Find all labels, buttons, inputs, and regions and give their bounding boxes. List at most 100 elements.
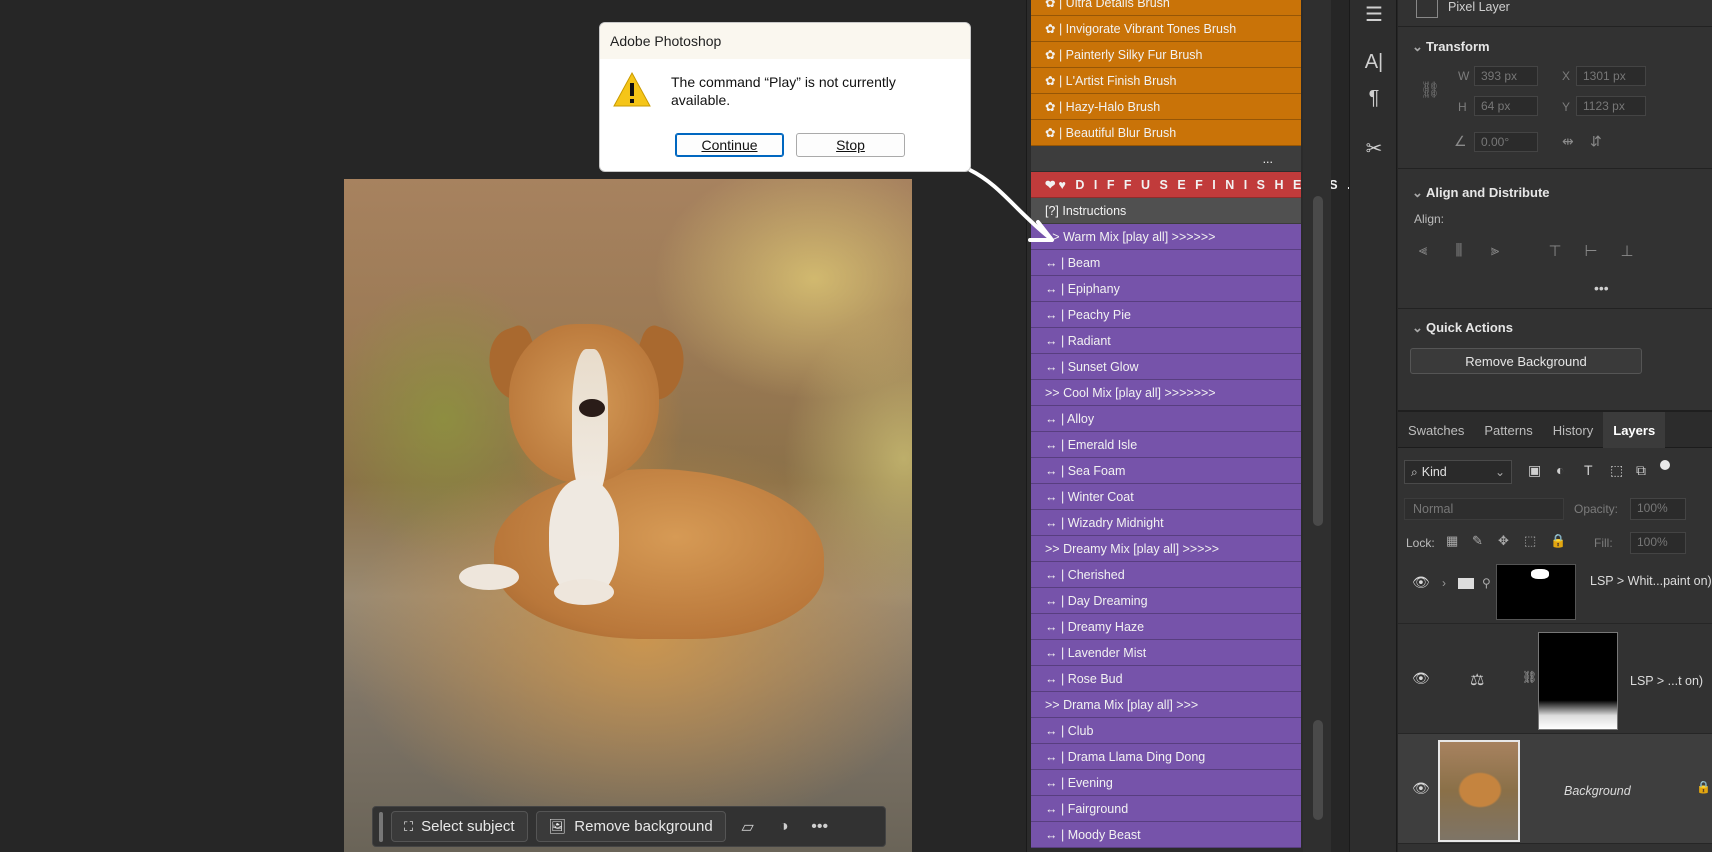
more-options-icon[interactable]: ••• — [806, 813, 834, 841]
action-item[interactable]: ↔ | Epiphany — [1031, 276, 1301, 302]
lock-pixels-icon[interactable]: ✎ — [1472, 533, 1483, 549]
action-item[interactable]: ↔ | Sunset Glow — [1031, 354, 1301, 380]
action-item[interactable]: ✿ | Hazy-Halo Brush — [1031, 94, 1301, 120]
action-item[interactable]: ✿ | Invigorate Vibrant Tones Brush — [1031, 16, 1301, 42]
character-icon[interactable]: A| — [1360, 48, 1388, 76]
action-item[interactable]: ↔ | Rose Bud — [1031, 666, 1301, 692]
lock-position-icon[interactable]: ✥ — [1498, 533, 1509, 549]
chevron-down-icon: ⌄ — [1494, 465, 1505, 479]
layer-row[interactable]: 👁 › ⚲ LSP > Whit...paint on) — [1398, 564, 1712, 624]
align-bottom-icon[interactable]: ⊥ — [1616, 242, 1638, 264]
lock-artboard-icon[interactable]: ⬚ — [1524, 533, 1536, 549]
layer-row[interactable]: 👁 ⚖ ⛓ LSP > ...t on) — [1398, 624, 1712, 734]
layer-mask-thumbnail[interactable] — [1496, 564, 1576, 620]
remove-background-quick-button[interactable]: Remove Background — [1410, 348, 1642, 374]
flip-horizontal-icon[interactable]: ⇹ — [1562, 133, 1574, 150]
action-item[interactable]: ↔ | Day Dreaming — [1031, 588, 1301, 614]
eye-icon[interactable]: 👁 — [1412, 780, 1430, 797]
shape-filter-icon[interactable]: ⬚ — [1610, 462, 1623, 479]
action-item[interactable]: ✿ | L'Artist Finish Brush — [1031, 68, 1301, 94]
eye-icon[interactable]: 👁 — [1412, 574, 1430, 591]
action-item[interactable]: ↔ | Radiant — [1031, 328, 1301, 354]
action-item[interactable]: >> Cool Mix [play all] >>>>>>> — [1031, 380, 1301, 406]
layer-mask-thumbnail[interactable] — [1538, 632, 1618, 730]
actions-scrollbar[interactable] — [1303, 0, 1331, 852]
layer-name[interactable]: LSP > ...t on) — [1630, 674, 1703, 688]
angle-field[interactable]: 0.00° — [1474, 132, 1538, 152]
align-middle-icon[interactable]: ⊢ — [1580, 242, 1602, 264]
tab-patterns[interactable]: Patterns — [1474, 412, 1542, 448]
chevron-right-icon[interactable]: › — [1442, 576, 1446, 590]
type-filter-icon[interactable]: T — [1584, 462, 1593, 478]
blend-mode-select[interactable]: Normal — [1404, 498, 1564, 520]
layer-name[interactable]: Background — [1564, 784, 1631, 798]
action-item[interactable]: ↔ | Club — [1031, 718, 1301, 744]
action-item[interactable]: ↔ | Cherished — [1031, 562, 1301, 588]
action-item[interactable]: ↔ | Winter Coat — [1031, 484, 1301, 510]
fill-field[interactable]: 100% — [1630, 532, 1686, 554]
divider — [1398, 26, 1712, 27]
opacity-field[interactable]: 100% — [1630, 498, 1686, 520]
eye-icon[interactable]: 👁 — [1412, 670, 1430, 687]
tab-history[interactable]: History — [1543, 412, 1603, 448]
adjustment-filter-icon[interactable]: ◐ — [1556, 462, 1564, 478]
action-item[interactable]: ↔ | Alloy — [1031, 406, 1301, 432]
chevron-down-icon: ⌄ — [1412, 39, 1423, 54]
align-top-icon[interactable]: ⊤ — [1544, 242, 1566, 264]
layer-row-selected[interactable]: 👁 Background 🔒 — [1398, 734, 1712, 844]
action-item[interactable]: ↔ | Lavender Mist — [1031, 640, 1301, 666]
quick-actions-header[interactable]: ⌄ Quick Actions — [1412, 320, 1513, 336]
filter-toggle-icon[interactable] — [1660, 460, 1670, 470]
transform-icon[interactable]: ▱ — [734, 813, 762, 841]
layer-name[interactable]: LSP > Whit...paint on) — [1590, 574, 1712, 588]
action-item[interactable]: ↔ | Drama Llama Ding Dong — [1031, 744, 1301, 770]
align-section-header[interactable]: ⌄ Align and Distribute — [1412, 185, 1550, 201]
scrollbar-thumb[interactable] — [1313, 196, 1323, 526]
lock-transparent-icon[interactable]: ▦ — [1446, 533, 1458, 549]
height-field[interactable]: 64 px — [1474, 96, 1538, 116]
action-item[interactable]: ↔ | Evening — [1031, 770, 1301, 796]
flip-vertical-icon[interactable]: ⇵ — [1590, 133, 1602, 150]
action-item[interactable]: ↔ | Fairground — [1031, 796, 1301, 822]
adjustments-icon[interactable]: ☰ — [1360, 0, 1388, 28]
action-item[interactable]: >> Dreamy Mix [play all] >>>>> — [1031, 536, 1301, 562]
lock-all-icon[interactable]: 🔒 — [1550, 533, 1566, 549]
tab-swatches[interactable]: Swatches — [1398, 412, 1474, 448]
action-item[interactable]: ↔ | Sea Foam — [1031, 458, 1301, 484]
continue-button[interactable]: Continue — [675, 133, 784, 157]
action-item[interactable]: ↔ | Moody Beast — [1031, 822, 1301, 848]
action-item[interactable]: ↔ | Dreamy Haze — [1031, 614, 1301, 640]
tab-layers[interactable]: Layers — [1603, 412, 1666, 448]
align-center-icon[interactable]: ⫼ — [1448, 242, 1470, 264]
smart-object-filter-icon[interactable]: ⧉ — [1636, 462, 1646, 479]
align-right-icon[interactable]: ⫸ — [1484, 242, 1506, 264]
paragraph-icon[interactable]: ¶ — [1360, 84, 1388, 112]
tools-icon[interactable]: ✂ — [1360, 134, 1388, 162]
stop-button[interactable]: Stop — [796, 133, 905, 157]
action-item[interactable]: ✿ | Ultra Details Brush — [1031, 0, 1301, 16]
scrollbar-thumb[interactable] — [1313, 720, 1323, 820]
more-options-icon[interactable]: ••• — [1594, 280, 1609, 296]
action-item[interactable]: >> Drama Mix [play all] >>> — [1031, 692, 1301, 718]
photoshop-window: ⛶ Select subject 🖼 Remove background ▱ ◑… — [0, 0, 1712, 852]
y-field[interactable]: 1123 px — [1576, 96, 1646, 116]
action-item[interactable]: ✿ | Beautiful Blur Brush — [1031, 120, 1301, 146]
action-item[interactable]: ↔ | Beam — [1031, 250, 1301, 276]
kind-filter-select[interactable]: ⌕ Kind ⌄ — [1404, 460, 1512, 484]
action-item[interactable]: ↔ | Wizadry Midnight — [1031, 510, 1301, 536]
image-filter-icon[interactable]: ▣ — [1528, 462, 1541, 479]
adjustment-icon[interactable]: ◑ — [770, 813, 798, 841]
drag-handle[interactable] — [379, 811, 383, 842]
select-subject-button[interactable]: ⛶ Select subject — [391, 811, 528, 842]
action-item[interactable]: ✿ | Painterly Silky Fur Brush — [1031, 42, 1301, 68]
link-icon[interactable]: ⛓ — [1420, 80, 1440, 100]
action-item[interactable]: ↔ | Emerald Isle — [1031, 432, 1301, 458]
layer-thumbnail[interactable] — [1438, 740, 1520, 842]
transform-section-header[interactable]: ⌄ Transform — [1412, 39, 1490, 55]
x-field[interactable]: 1301 px — [1576, 66, 1646, 86]
document-image[interactable] — [344, 179, 912, 852]
action-item[interactable]: ↔ | Peachy Pie — [1031, 302, 1301, 328]
remove-background-button[interactable]: 🖼 Remove background — [535, 811, 726, 842]
width-field[interactable]: 393 px — [1474, 66, 1538, 86]
align-left-icon[interactable]: ⫷ — [1412, 242, 1434, 264]
